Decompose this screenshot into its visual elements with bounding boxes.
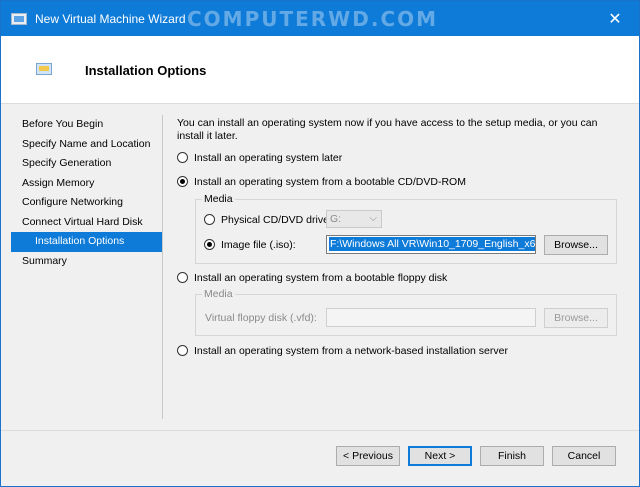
nav-item-before-you-begin[interactable]: Before You Begin xyxy=(11,115,162,135)
wizard-window: New Virtual Machine Wizard COMPUTERWD.CO… xyxy=(0,0,640,487)
next-button[interactable]: Next > xyxy=(408,446,472,466)
radio-image-file[interactable] xyxy=(204,239,215,250)
wizard-header: Installation Options xyxy=(1,36,639,104)
vfd-label: Virtual floppy disk (.vfd): xyxy=(205,312,317,324)
hyper-v-app-icon xyxy=(11,13,27,25)
nav-item-specify-name-location[interactable]: Specify Name and Location xyxy=(11,135,162,155)
window-title: New Virtual Machine Wizard xyxy=(35,12,186,26)
cd-media-group: Media Physical CD/DVD drive: G: ⌵ Image … xyxy=(195,193,617,264)
option-install-floppy-label: Install an operating system from a boota… xyxy=(194,272,448,284)
intro-text: You can install an operating system now … xyxy=(177,117,598,142)
image-file-path-value: F:\Windows All VR\Win10_1709_English_x64… xyxy=(329,237,535,251)
option-install-later-label: Install an operating system later xyxy=(194,152,343,164)
option-install-network-label: Install an operating system from a netwo… xyxy=(194,345,508,357)
radio-install-cd[interactable] xyxy=(177,176,188,187)
radio-physical-drive[interactable] xyxy=(204,214,215,225)
title-bar[interactable]: New Virtual Machine Wizard COMPUTERWD.CO… xyxy=(1,1,639,36)
nav-item-configure-networking[interactable]: Configure Networking xyxy=(11,193,162,213)
watermark-text: COMPUTERWD.COM xyxy=(187,7,439,31)
wizard-footer: < Previous Next > Finish Cancel xyxy=(1,430,639,486)
wizard-steps-nav: Before You Begin Specify Name and Locati… xyxy=(11,115,163,419)
previous-button[interactable]: < Previous xyxy=(336,446,400,466)
nav-item-summary[interactable]: Summary xyxy=(11,252,162,272)
chevron-down-icon: ⌵ xyxy=(369,213,377,224)
radio-install-later[interactable] xyxy=(177,152,188,163)
nav-item-specify-generation[interactable]: Specify Generation xyxy=(11,154,162,174)
radio-install-network[interactable] xyxy=(177,345,188,356)
option-install-cd-label: Install an operating system from a boota… xyxy=(194,176,466,188)
nav-item-assign-memory[interactable]: Assign Memory xyxy=(11,174,162,194)
page-title: Installation Options xyxy=(85,63,207,78)
radio-install-floppy[interactable] xyxy=(177,272,188,283)
wizard-body: Before You Begin Specify Name and Locati… xyxy=(1,105,639,430)
nav-item-installation-options[interactable]: Installation Options xyxy=(11,232,162,252)
cd-media-group-title: Media xyxy=(202,193,235,205)
cancel-button[interactable]: Cancel xyxy=(552,446,616,466)
physical-drive-select[interactable]: G: ⌵ xyxy=(326,210,382,228)
options-panel: You can install an operating system now … xyxy=(177,117,623,357)
nav-item-connect-virtual-hard-disk[interactable]: Connect Virtual Hard Disk xyxy=(11,213,162,233)
physical-drive-value: G: xyxy=(330,213,342,225)
vfd-browse-button[interactable]: Browse... xyxy=(544,308,608,328)
physical-drive-label: Physical CD/DVD drive: xyxy=(221,214,332,226)
image-file-path-input[interactable]: F:\Windows All VR\Win10_1709_English_x64… xyxy=(326,235,536,254)
finish-button[interactable]: Finish xyxy=(480,446,544,466)
floppy-media-group: Media Virtual floppy disk (.vfd): Browse… xyxy=(195,288,617,336)
floppy-media-group-title: Media xyxy=(202,288,235,300)
image-file-label: Image file (.iso): xyxy=(221,239,296,251)
image-browse-button[interactable]: Browse... xyxy=(544,235,608,255)
monitor-icon xyxy=(36,63,52,75)
close-icon[interactable]: ✕ xyxy=(605,9,625,29)
vfd-path-input[interactable] xyxy=(326,308,536,327)
